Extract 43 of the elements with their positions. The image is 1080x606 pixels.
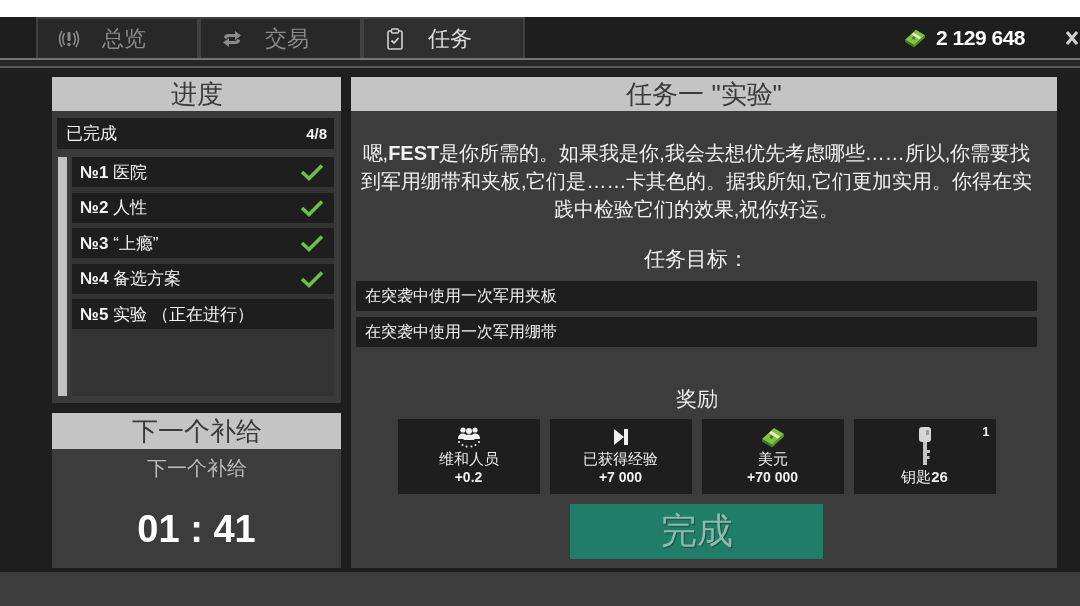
- check-icon: [300, 198, 324, 217]
- objectives-heading: 任务目标：: [644, 246, 749, 272]
- countdown-timer: 01 : 41: [137, 508, 256, 551]
- rewards-heading: 奖励: [675, 386, 718, 412]
- reward-value: +0.2: [454, 468, 483, 486]
- balance-amount: 2 129 648: [936, 25, 1025, 50]
- check-icon: [300, 234, 324, 252]
- people-group-icon: [455, 426, 482, 448]
- tab[interactable]: 总览: [36, 17, 199, 58]
- panel-header: 任务一 "实验": [351, 77, 1057, 111]
- alert-icon: [57, 28, 81, 49]
- check-icon: [300, 163, 324, 181]
- tab[interactable]: 交易: [199, 17, 362, 58]
- completed-label: 已完成: [66, 123, 117, 145]
- key-icon: [916, 426, 933, 466]
- clipboard-check-icon: [387, 27, 403, 50]
- swap-arrows-icon: [222, 29, 242, 48]
- reward-count: 1: [982, 424, 990, 439]
- quest-list-item[interactable]: №1 医院: [72, 157, 334, 187]
- reward-label: 已获得经验: [583, 449, 658, 468]
- tab[interactable]: 任务: [362, 17, 525, 58]
- scroll-bar[interactable]: [58, 157, 67, 396]
- quest-list-item[interactable]: №4 备选方案: [72, 263, 334, 294]
- quest-list-item[interactable]: №5 实验 （正在进行）: [72, 299, 334, 329]
- skip-forward-icon: [613, 429, 628, 445]
- supply-label: 下一个补给: [146, 456, 247, 481]
- quest-list-item[interactable]: №3 “上瘾”: [72, 228, 334, 258]
- reward-label: 美元: [757, 449, 788, 468]
- reward-label: 钥匙26: [901, 467, 948, 486]
- reward-value: +70 000: [747, 468, 798, 486]
- objective-row: 在突袭中使用一次军用夹板: [356, 281, 1037, 311]
- reward-value: +7 000: [598, 468, 643, 486]
- reward-label: 维和人员: [438, 449, 499, 468]
- objective-row: 在突袭中使用一次军用绷带: [356, 317, 1037, 347]
- cash-stack-icon: [760, 426, 785, 448]
- cash-stack-icon: [904, 27, 927, 48]
- check-icon: [300, 269, 324, 288]
- completed-count: 4/8: [306, 125, 327, 142]
- quest-description: 嗯,FEST是你所需的。如果我是你,我会去想优先考虑哪些……所以,你需要找到军用绷带和夹板,它们是……卡其色的。据我所知,它们更加实用。你得在实践中检验它们的效果,祝你好运。: [359, 141, 1034, 222]
- close-icon[interactable]: [1066, 30, 1078, 45]
- panel-header: 下一个补给: [52, 413, 341, 449]
- panel-header: 进度: [52, 77, 341, 111]
- quest-list-item[interactable]: №2 人性: [72, 192, 334, 223]
